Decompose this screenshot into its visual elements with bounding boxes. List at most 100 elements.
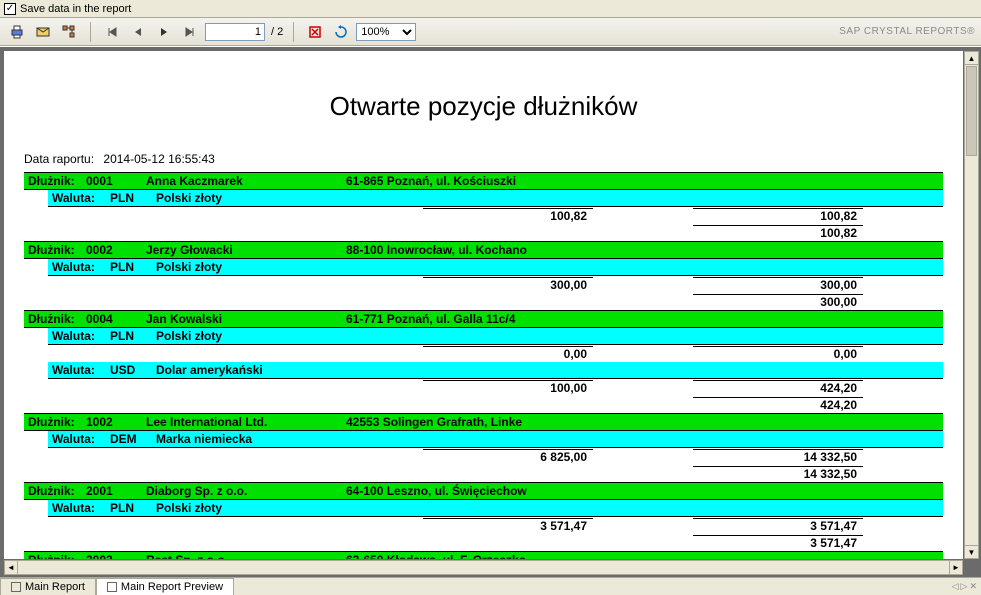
total-row: x14 332,50 bbox=[24, 465, 943, 482]
report-page: Otwarte pozycje dłużników Data raportu: … bbox=[4, 51, 963, 559]
amount-col2: 300,00 bbox=[693, 277, 863, 292]
tab-main-report[interactable]: Main Report bbox=[0, 578, 96, 595]
debtor-address: 64-100 Leszno, ul. Święciechow bbox=[346, 484, 939, 498]
currency-name: Marka niemiecka bbox=[156, 432, 939, 446]
debtor-code: 2001 bbox=[86, 484, 146, 498]
amount-col2: 100,82 bbox=[693, 208, 863, 223]
tab-icon bbox=[11, 582, 21, 592]
amount-col1: 100,00 bbox=[423, 380, 593, 395]
total-value: 300,00 bbox=[693, 294, 863, 309]
amount-col1: 100,82 bbox=[423, 208, 593, 223]
tab-close-icon[interactable]: ✕ bbox=[969, 581, 977, 592]
tab-prev-icon[interactable]: ◁ bbox=[952, 581, 959, 592]
currency-label: Waluta: bbox=[52, 432, 110, 446]
top-bar: ✓ Save data in the report bbox=[0, 0, 981, 18]
currency-code: PLN bbox=[110, 260, 156, 274]
currency-name: Polski złoty bbox=[156, 191, 939, 205]
debtor-code: 1002 bbox=[86, 415, 146, 429]
currency-label: Waluta: bbox=[52, 191, 110, 205]
print-button[interactable] bbox=[6, 21, 28, 43]
amount-col2: 424,20 bbox=[693, 380, 863, 395]
currency-label: Waluta: bbox=[52, 501, 110, 515]
currency-row: Waluta:USDDolar amerykański bbox=[48, 362, 943, 379]
currency-row: Waluta:DEMMarka niemiecka bbox=[48, 431, 943, 448]
separator bbox=[90, 22, 91, 42]
currency-label: Waluta: bbox=[52, 329, 110, 343]
brand-label: SAP CRYSTAL REPORTS® bbox=[839, 26, 975, 37]
debtor-row: Dłużnik:2001Diaborg Sp. z o.o.64-100 Les… bbox=[24, 482, 943, 500]
debtor-code: 2002 bbox=[86, 553, 146, 559]
debtor-row: Dłużnik:0002Jerzy Głowacki88-100 Inowroc… bbox=[24, 241, 943, 259]
horizontal-scrollbar[interactable]: ◄ ► bbox=[4, 560, 963, 575]
debtor-address: 61-771 Poznań, ul. Galla 11c/4 bbox=[346, 312, 939, 326]
debtor-name: Jerzy Głowacki bbox=[146, 243, 346, 257]
prev-page-button[interactable] bbox=[127, 21, 149, 43]
debtor-code: 0004 bbox=[86, 312, 146, 326]
debtor-label: Dłużnik: bbox=[28, 484, 86, 498]
total-row: x300,00 bbox=[24, 293, 943, 310]
tab-label: Main Report bbox=[25, 581, 85, 593]
amount-col1: 0,00 bbox=[423, 346, 593, 361]
tab-next-icon[interactable]: ▷ bbox=[961, 581, 968, 592]
currency-row: Waluta:PLNPolski złoty bbox=[48, 259, 943, 276]
tab-bar: Main Report Main Report Preview ◁ ▷ ✕ bbox=[0, 577, 981, 595]
debtor-label: Dłużnik: bbox=[28, 312, 86, 326]
vertical-scrollbar[interactable]: ▲ ▼ bbox=[964, 51, 979, 559]
amount-col2: 0,00 bbox=[693, 346, 863, 361]
tab-icon bbox=[107, 582, 117, 592]
amount-row: 3 571,473 571,47 bbox=[24, 517, 943, 534]
currency-code: PLN bbox=[110, 191, 156, 205]
currency-row: Waluta:PLNPolski złoty bbox=[48, 328, 943, 345]
report-viewer: Otwarte pozycje dłużników Data raportu: … bbox=[0, 46, 981, 577]
total-value: 100,82 bbox=[693, 225, 863, 240]
save-data-label: Save data in the report bbox=[20, 3, 131, 15]
debtor-code: 0001 bbox=[86, 174, 146, 188]
currency-name: Polski złoty bbox=[156, 329, 939, 343]
debtor-address: 88-100 Inowrocław, ul. Kochano bbox=[346, 243, 939, 257]
export-button[interactable] bbox=[32, 21, 54, 43]
currency-name: Polski złoty bbox=[156, 260, 939, 274]
amount-row: 100,00 424,20 bbox=[24, 379, 943, 396]
currency-row: Waluta:PLNPolski złoty bbox=[48, 190, 943, 207]
debtor-name: Diaborg Sp. z o.o. bbox=[146, 484, 346, 498]
checkbox-icon: ✓ bbox=[4, 3, 16, 15]
separator bbox=[293, 22, 294, 42]
scroll-left-icon[interactable]: ◄ bbox=[5, 561, 18, 574]
currency-name: Polski złoty bbox=[156, 501, 939, 515]
total-row: x424,20 bbox=[24, 396, 943, 413]
last-page-button[interactable] bbox=[179, 21, 201, 43]
zoom-select[interactable]: 100% bbox=[356, 23, 416, 41]
refresh-button[interactable] bbox=[330, 21, 352, 43]
debtor-label: Dłużnik: bbox=[28, 553, 86, 559]
debtor-name: Lee International Ltd. bbox=[146, 415, 346, 429]
currency-code: PLN bbox=[110, 501, 156, 515]
amount-col2: 3 571,47 bbox=[693, 518, 863, 533]
tab-main-report-preview[interactable]: Main Report Preview bbox=[96, 578, 234, 595]
tree-button[interactable] bbox=[58, 21, 80, 43]
page-total-label: / 2 bbox=[271, 26, 283, 38]
total-row: x100,82 bbox=[24, 224, 943, 241]
amount-row: 100,82 100,82 bbox=[24, 207, 943, 224]
debtor-address: 42553 Solingen Grafrath, Linke bbox=[346, 415, 939, 429]
scroll-up-icon[interactable]: ▲ bbox=[965, 52, 978, 65]
scroll-thumb[interactable] bbox=[966, 66, 977, 156]
currency-code: USD bbox=[110, 363, 156, 377]
debtor-address: 62-650 Kłodawa, ul. F. Orzeszko bbox=[346, 553, 939, 559]
scroll-down-icon[interactable]: ▼ bbox=[965, 545, 978, 558]
save-data-checkbox[interactable]: ✓ Save data in the report bbox=[4, 3, 131, 15]
total-value: 3 571,47 bbox=[693, 535, 863, 550]
first-page-button[interactable] bbox=[101, 21, 123, 43]
currency-code: DEM bbox=[110, 432, 156, 446]
report-date: Data raportu: 2014-05-12 16:55:43 bbox=[24, 152, 943, 166]
amount-row: 0,00 0,00 bbox=[24, 345, 943, 362]
stop-button[interactable] bbox=[304, 21, 326, 43]
scroll-right-icon[interactable]: ► bbox=[949, 561, 962, 574]
tab-nav: ◁ ▷ ✕ bbox=[952, 581, 981, 592]
debtor-name: Jan Kowalski bbox=[146, 312, 346, 326]
report-date-value: 2014-05-12 16:55:43 bbox=[103, 152, 214, 166]
report-date-label: Data raportu: bbox=[24, 152, 94, 166]
next-page-button[interactable] bbox=[153, 21, 175, 43]
currency-name: Dolar amerykański bbox=[156, 363, 939, 377]
debtor-row: Dłużnik:0004Jan Kowalski61-771 Poznań, u… bbox=[24, 310, 943, 328]
page-number-input[interactable] bbox=[205, 23, 265, 41]
